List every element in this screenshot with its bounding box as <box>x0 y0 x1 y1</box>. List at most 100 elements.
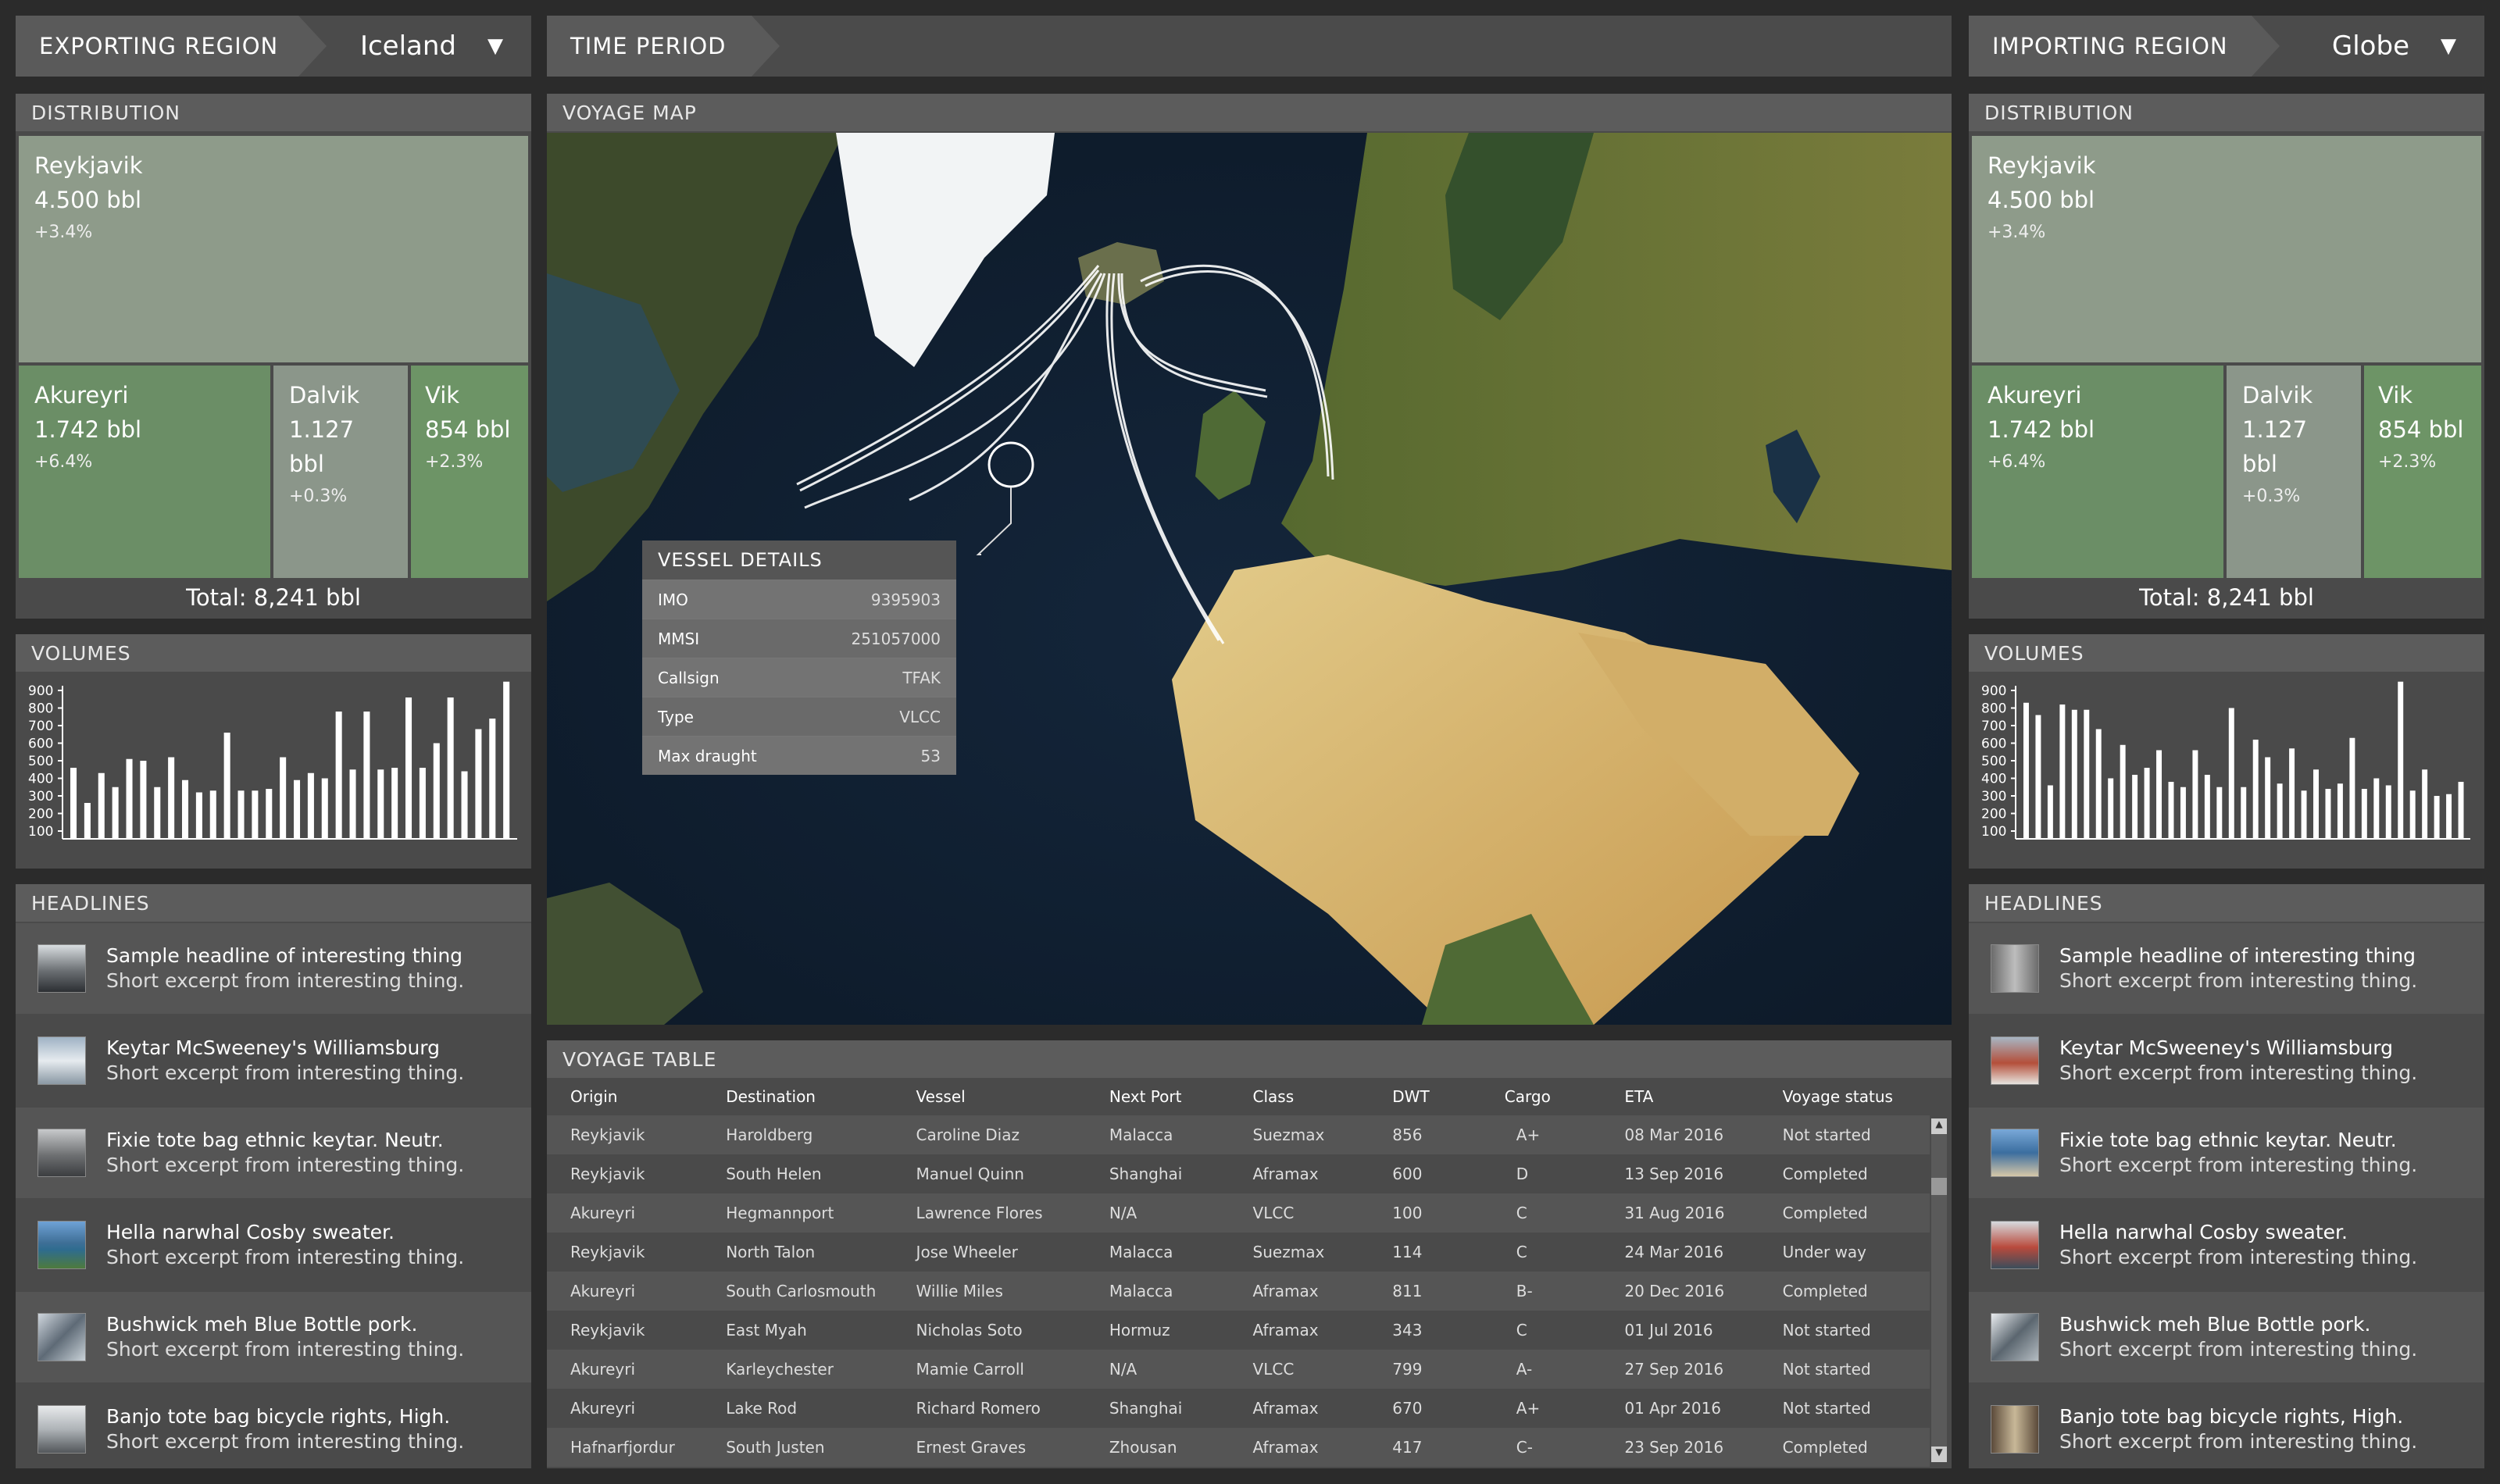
headline-item[interactable]: Sample headline of interesting thing Shor… <box>16 923 531 1014</box>
volume-bar[interactable] <box>2409 790 2416 839</box>
distribution-tile-reykjavik[interactable]: Reykjavik 4.500 bbl +3.4% <box>19 136 528 362</box>
table-row[interactable]: Hafnarfjordur South Justen Ernest Graves Zh… <box>547 1428 1930 1467</box>
table-row[interactable]: Akureyri Karleychester Mamie Carroll N/A VLC… <box>547 1350 1930 1389</box>
distribution-tile-akureyri[interactable]: Akureyri 1.742 bbl +6.4% <box>1972 366 2223 578</box>
volume-bar[interactable] <box>2216 787 2223 839</box>
volume-bar[interactable] <box>154 787 161 839</box>
volume-bar[interactable] <box>2301 790 2307 839</box>
volume-bar[interactable] <box>2144 768 2150 839</box>
volume-bar[interactable] <box>2023 702 2029 839</box>
importing-region-dropdown[interactable]: Globe ▼ <box>2252 30 2484 62</box>
volume-bar[interactable] <box>2446 794 2452 839</box>
volume-bar[interactable] <box>2071 709 2077 839</box>
headline-item[interactable]: Hella narwhal Cosby sweater. Short excerp… <box>1969 1200 2484 1290</box>
volume-bar[interactable] <box>2180 787 2186 839</box>
volume-bar[interactable] <box>2313 769 2319 839</box>
volume-bar[interactable] <box>391 768 398 839</box>
volume-bar[interactable] <box>489 719 496 839</box>
volume-bar[interactable] <box>294 779 301 839</box>
volume-bar[interactable] <box>2132 775 2138 839</box>
scrollbar-thumb[interactable] <box>1931 1178 1947 1195</box>
volume-bar[interactable] <box>349 769 356 839</box>
distribution-tile-akureyri[interactable]: Akureyri 1.742 bbl +6.4% <box>19 366 270 578</box>
volume-bar[interactable] <box>2434 796 2440 839</box>
volume-bar[interactable] <box>2168 782 2174 839</box>
distribution-tile-vik[interactable]: Vik 854 bbl +2.3% <box>2364 366 2481 578</box>
volume-bar[interactable] <box>2241 787 2247 839</box>
headline-item[interactable]: Sample headline of interesting thing Shor… <box>1969 923 2484 1014</box>
column-header[interactable]: Voyage status <box>1759 1078 1930 1115</box>
headline-item[interactable]: Hella narwhal Cosby sweater. Short excerp… <box>16 1200 531 1290</box>
time-period-bar[interactable]: TIME PERIOD <box>547 16 1952 77</box>
column-header[interactable]: Cargo <box>1481 1078 1602 1115</box>
column-header[interactable]: Origin <box>547 1078 702 1115</box>
volume-bar[interactable] <box>209 790 216 839</box>
volume-bar[interactable] <box>2204 775 2210 839</box>
table-row[interactable]: Reykjavik South Helen Manuel Quinn Shanghai… <box>547 1154 1930 1193</box>
volume-bar[interactable] <box>126 758 133 839</box>
column-header[interactable]: Destination <box>702 1078 892 1115</box>
scroll-up-icon[interactable]: ▲ <box>1931 1118 1947 1134</box>
exporting-region-dropdown[interactable]: Iceland ▼ <box>298 30 531 62</box>
volume-bar[interactable] <box>2289 748 2295 839</box>
volume-bar[interactable] <box>307 772 314 839</box>
table-row[interactable]: Akureyri Lake Rod Richard Romero Shanghai Af… <box>547 1389 1930 1428</box>
volume-bar[interactable] <box>2361 789 2367 839</box>
volume-bar[interactable] <box>363 712 370 839</box>
headline-item[interactable]: Bushwick meh Blue Bottle pork. Short exce… <box>1969 1292 2484 1382</box>
volume-bar[interactable] <box>2192 750 2198 840</box>
volume-bar[interactable] <box>2277 783 2283 839</box>
volume-bar[interactable] <box>112 787 119 839</box>
volume-bar[interactable] <box>461 771 468 840</box>
volume-bar[interactable] <box>2398 681 2404 839</box>
headline-item[interactable]: Bushwick meh Blue Bottle pork. Short exce… <box>16 1292 531 1382</box>
headline-item[interactable]: Banjo tote bag bicycle rights, High. Shor… <box>16 1384 531 1475</box>
volume-bar[interactable] <box>433 743 440 840</box>
volume-bar[interactable] <box>98 772 105 839</box>
volume-bar[interactable] <box>475 729 482 840</box>
volume-bar[interactable] <box>2458 782 2464 839</box>
volume-bar[interactable] <box>140 761 147 839</box>
volume-bar[interactable] <box>503 681 510 839</box>
volume-bar[interactable] <box>2059 705 2066 839</box>
volume-bar[interactable] <box>2349 737 2355 839</box>
volume-bar[interactable] <box>335 712 342 839</box>
volume-bar[interactable] <box>419 768 426 839</box>
volume-bar[interactable] <box>252 790 259 839</box>
volume-bar[interactable] <box>2108 778 2114 840</box>
volume-bar[interactable] <box>2422 769 2428 839</box>
distribution-tile-vik[interactable]: Vik 854 bbl +2.3% <box>411 366 528 578</box>
table-row[interactable]: Reykjavik East Myah Nicholas Soto Hormuz Afr… <box>547 1311 1930 1350</box>
volume-bar[interactable] <box>2228 708 2234 840</box>
headline-item[interactable]: Fixie tote bag ethnic keytar. Neutr. Shor… <box>16 1108 531 1198</box>
scroll-down-icon[interactable]: ▼ <box>1931 1447 1947 1462</box>
headline-item[interactable]: Keytar McSweeney's Williamsburg Short exc… <box>1969 1015 2484 1106</box>
volume-bar[interactable] <box>182 779 189 839</box>
volume-bar[interactable] <box>2325 789 2331 839</box>
volume-bar[interactable] <box>223 733 230 839</box>
volume-bar[interactable] <box>84 803 91 839</box>
volume-bar[interactable] <box>2252 740 2259 839</box>
column-header[interactable]: Class <box>1230 1078 1370 1115</box>
volume-bar[interactable] <box>168 757 175 840</box>
volume-bar[interactable] <box>2373 778 2380 840</box>
volume-bar[interactable] <box>2265 757 2271 840</box>
volume-bar[interactable] <box>377 769 384 839</box>
headline-item[interactable]: Banjo tote bag bicycle rights, High. Shor… <box>1969 1384 2484 1475</box>
volume-bar[interactable] <box>321 778 328 840</box>
volume-bar[interactable] <box>2337 783 2343 839</box>
table-row[interactable]: Reykjavik North Talon Jose Wheeler Malacca S… <box>547 1233 1930 1272</box>
volume-bar[interactable] <box>2035 715 2041 840</box>
volume-bar[interactable] <box>195 792 202 840</box>
table-row[interactable]: Akureyri South Carlosmouth Willie Miles Mal… <box>547 1272 1930 1311</box>
column-header[interactable]: ETA <box>1601 1078 1759 1115</box>
volume-bar[interactable] <box>266 789 273 839</box>
volume-bar[interactable] <box>2120 744 2126 839</box>
column-header[interactable]: Vessel <box>893 1078 1086 1115</box>
distribution-tile-dalvik[interactable]: Dalvik 1.127 bbl +0.3% <box>2227 366 2361 578</box>
volume-bar[interactable] <box>238 790 245 839</box>
distribution-tile-dalvik[interactable]: Dalvik 1.127 bbl +0.3% <box>273 366 408 578</box>
volume-bar[interactable] <box>2047 785 2053 840</box>
column-header[interactable]: DWT <box>1369 1078 1481 1115</box>
volume-bar[interactable] <box>70 768 77 839</box>
